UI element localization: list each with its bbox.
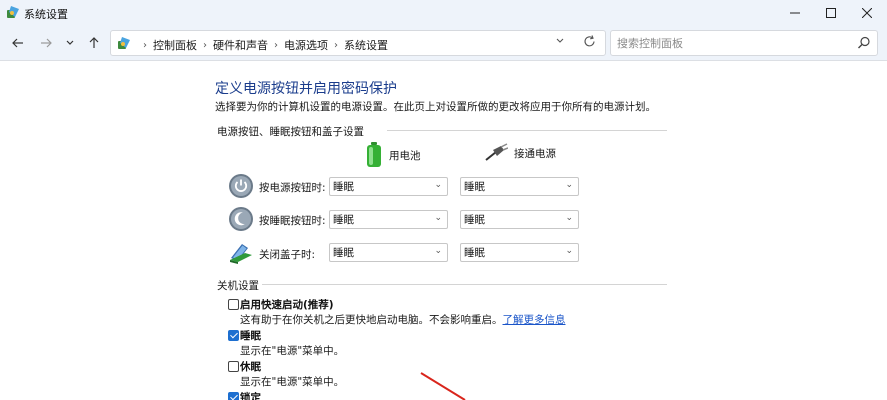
close-button[interactable]: [848, 0, 886, 25]
plugged-in-column-header: 接通电源: [484, 142, 556, 164]
back-arrow-icon: [12, 38, 23, 48]
chevron-right-icon: ›: [274, 39, 278, 51]
laptop-lid-icon: [230, 244, 252, 264]
plugged-in-column-label: 接通电源: [514, 147, 556, 160]
breadcrumb-control-panel[interactable]: 控制面板: [153, 37, 197, 53]
breadcrumb-power-options[interactable]: 电源选项: [284, 37, 328, 53]
page-title: 定义电源按钮并启用密码保护: [215, 81, 397, 97]
lock-label[interactable]: 锁定: [240, 390, 261, 400]
power-button-label: 按电源按钮时:: [259, 182, 326, 194]
chevron-down-icon: ⌄: [434, 246, 442, 256]
sleep-button-plugged-value: 睡眠: [464, 214, 485, 226]
sleep-description: 显示在"电源"菜单中。: [240, 345, 345, 357]
shutdown-section-heading: 关机设置: [217, 280, 259, 292]
sleep-checkbox[interactable]: [228, 330, 239, 341]
power-button-plugged-select[interactable]: 睡眠 ⌄: [460, 177, 579, 196]
address-bar[interactable]: › 控制面板 › 硬件和声音 › 电源选项 › 系统设置: [110, 30, 606, 56]
chevron-down-icon: ⌄: [434, 180, 442, 190]
address-dropdown-button[interactable]: [555, 36, 565, 49]
lock-checkbox[interactable]: [228, 392, 239, 400]
forward-arrow-icon: [41, 38, 52, 48]
navigation-bar: › 控制面板 › 硬件和声音 › 电源选项 › 系统设置: [0, 25, 887, 61]
chevron-down-icon: ⌄: [565, 246, 573, 256]
chevron-down-icon: [66, 40, 74, 45]
close-lid-plugged-value: 睡眠: [464, 247, 485, 259]
search-input[interactable]: [617, 35, 847, 51]
chevron-right-icon: ›: [334, 39, 338, 51]
window-title: 系统设置: [24, 8, 68, 21]
power-button-icon: [229, 174, 253, 198]
chevron-down-icon: [556, 38, 564, 43]
chevron-down-icon: ⌄: [434, 213, 442, 223]
control-panel-icon: [118, 37, 130, 49]
up-arrow-icon: [89, 37, 99, 48]
close-lid-label: 关闭盖子时:: [259, 249, 316, 261]
sleep-label[interactable]: 睡眠: [240, 328, 261, 343]
search-box[interactable]: [610, 30, 878, 56]
fast-startup-checkbox[interactable]: [228, 299, 239, 310]
power-button-plugged-value: 睡眠: [464, 181, 485, 193]
page-description: 选择要为你的计算机设置的电源设置。在此页上对设置所做的更改将应用于你所有的电源计…: [215, 101, 656, 113]
sleep-button-battery-select[interactable]: 睡眠 ⌄: [329, 210, 448, 229]
section-divider: [262, 284, 667, 285]
sleep-button-label: 按睡眠按钮时:: [259, 215, 326, 227]
maximize-button[interactable]: [812, 0, 850, 25]
back-button[interactable]: [9, 34, 27, 52]
fast-startup-description-text: 这有助于在你关机之后更快地启动电脑。不会影响重启。: [240, 314, 503, 326]
power-button-battery-value: 睡眠: [333, 181, 354, 193]
sleep-button-battery-value: 睡眠: [333, 214, 354, 226]
forward-button[interactable]: [37, 34, 55, 52]
battery-column-label: 用电池: [389, 149, 421, 162]
close-lid-battery-select[interactable]: 睡眠 ⌄: [329, 243, 448, 262]
hibernate-label[interactable]: 休眠: [240, 359, 261, 374]
maximize-icon: [826, 7, 836, 18]
chevron-right-icon: ›: [143, 39, 147, 51]
search-icon[interactable]: [857, 36, 871, 50]
battery-icon: [367, 142, 381, 167]
chevron-down-icon: ⌄: [565, 180, 573, 190]
learn-more-link[interactable]: 了解更多信息: [503, 314, 566, 326]
minimize-icon: [790, 12, 800, 13]
sleep-button-plugged-select[interactable]: 睡眠 ⌄: [460, 210, 579, 229]
breadcrumb-hardware-sound[interactable]: 硬件和声音: [213, 37, 268, 53]
power-button-battery-select[interactable]: 睡眠 ⌄: [329, 177, 448, 196]
fast-startup-label[interactable]: 启用快速启动(推荐): [240, 297, 334, 312]
close-lid-battery-value: 睡眠: [333, 247, 354, 259]
up-button[interactable]: [85, 34, 103, 52]
title-bar: 系统设置: [0, 0, 887, 25]
hibernate-description: 显示在"电源"菜单中。: [240, 376, 345, 388]
refresh-icon: [584, 35, 595, 47]
section-divider: [387, 130, 667, 131]
breadcrumb: › 控制面板 › 硬件和声音 › 电源选项 › 系统设置: [137, 37, 388, 53]
sleep-button-icon: [229, 207, 253, 231]
fast-startup-description: 这有助于在你关机之后更快地启动电脑。不会影响重启。了解更多信息: [240, 312, 566, 327]
breadcrumb-system-settings[interactable]: 系统设置: [344, 37, 388, 53]
recent-locations-button[interactable]: [61, 34, 79, 52]
power-buttons-section-heading: 电源按钮、睡眠按钮和盖子设置: [217, 126, 364, 138]
minimize-button[interactable]: [776, 0, 814, 25]
chevron-down-icon: ⌄: [565, 213, 573, 223]
control-panel-icon: [7, 6, 19, 18]
hibernate-checkbox[interactable]: [228, 361, 239, 372]
red-arrow-annotation: [420, 372, 466, 400]
power-plug-icon: [485, 143, 508, 161]
refresh-button[interactable]: [583, 35, 596, 52]
chevron-right-icon: ›: [203, 39, 207, 51]
battery-column-header: 用电池: [365, 142, 421, 168]
close-icon: [862, 7, 872, 18]
close-lid-plugged-select[interactable]: 睡眠 ⌄: [460, 243, 579, 262]
